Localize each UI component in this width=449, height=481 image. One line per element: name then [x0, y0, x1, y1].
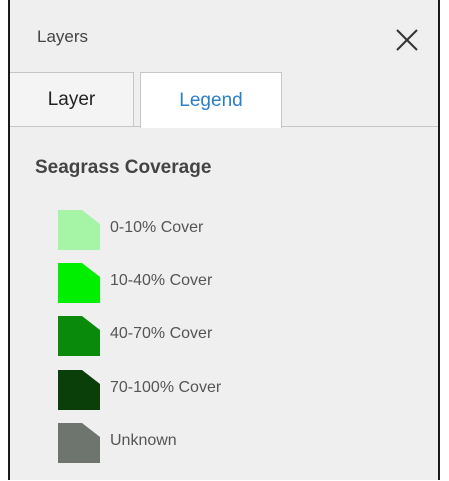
- panel-title: Layers: [37, 27, 89, 46]
- legend-item: 0-10% Cover: [58, 210, 358, 250]
- close-icon[interactable]: [395, 28, 419, 52]
- legend-item: Unknown: [58, 423, 358, 463]
- legend-heading: Seagrass Coverage: [35, 157, 212, 178]
- legend-swatch-icon: [58, 210, 100, 250]
- tab-legend-label: Legend: [179, 89, 243, 111]
- legend-item: 70-100% Cover: [58, 370, 358, 410]
- legend-item-label: 0-10% Cover: [110, 219, 204, 236]
- legend-item: 40-70% Cover: [58, 316, 358, 356]
- legend-content: Seagrass Coverage 0-10% Cover 10-40% Cov…: [10, 127, 438, 480]
- tab-legend[interactable]: Legend: [140, 72, 282, 128]
- legend-swatch-icon: [58, 316, 100, 356]
- panel-header: Layers: [10, 0, 438, 66]
- legend-item: 10-40% Cover: [58, 263, 358, 303]
- legend-swatch-icon: [58, 263, 100, 303]
- tab-bar: Layer Legend: [10, 66, 438, 128]
- legend-swatch-icon: [58, 423, 100, 463]
- layers-panel: Layers Layer Legend Seagrass Coverage 0-…: [8, 0, 440, 480]
- tab-layer[interactable]: Layer: [10, 72, 134, 126]
- legend-swatch-icon: [58, 370, 100, 410]
- legend-item-label: 10-40% Cover: [110, 272, 213, 289]
- tab-layer-label: Layer: [47, 88, 96, 110]
- legend-item-label: Unknown: [110, 432, 177, 449]
- legend-item-label: 40-70% Cover: [110, 325, 213, 342]
- legend-item-label: 70-100% Cover: [110, 379, 222, 396]
